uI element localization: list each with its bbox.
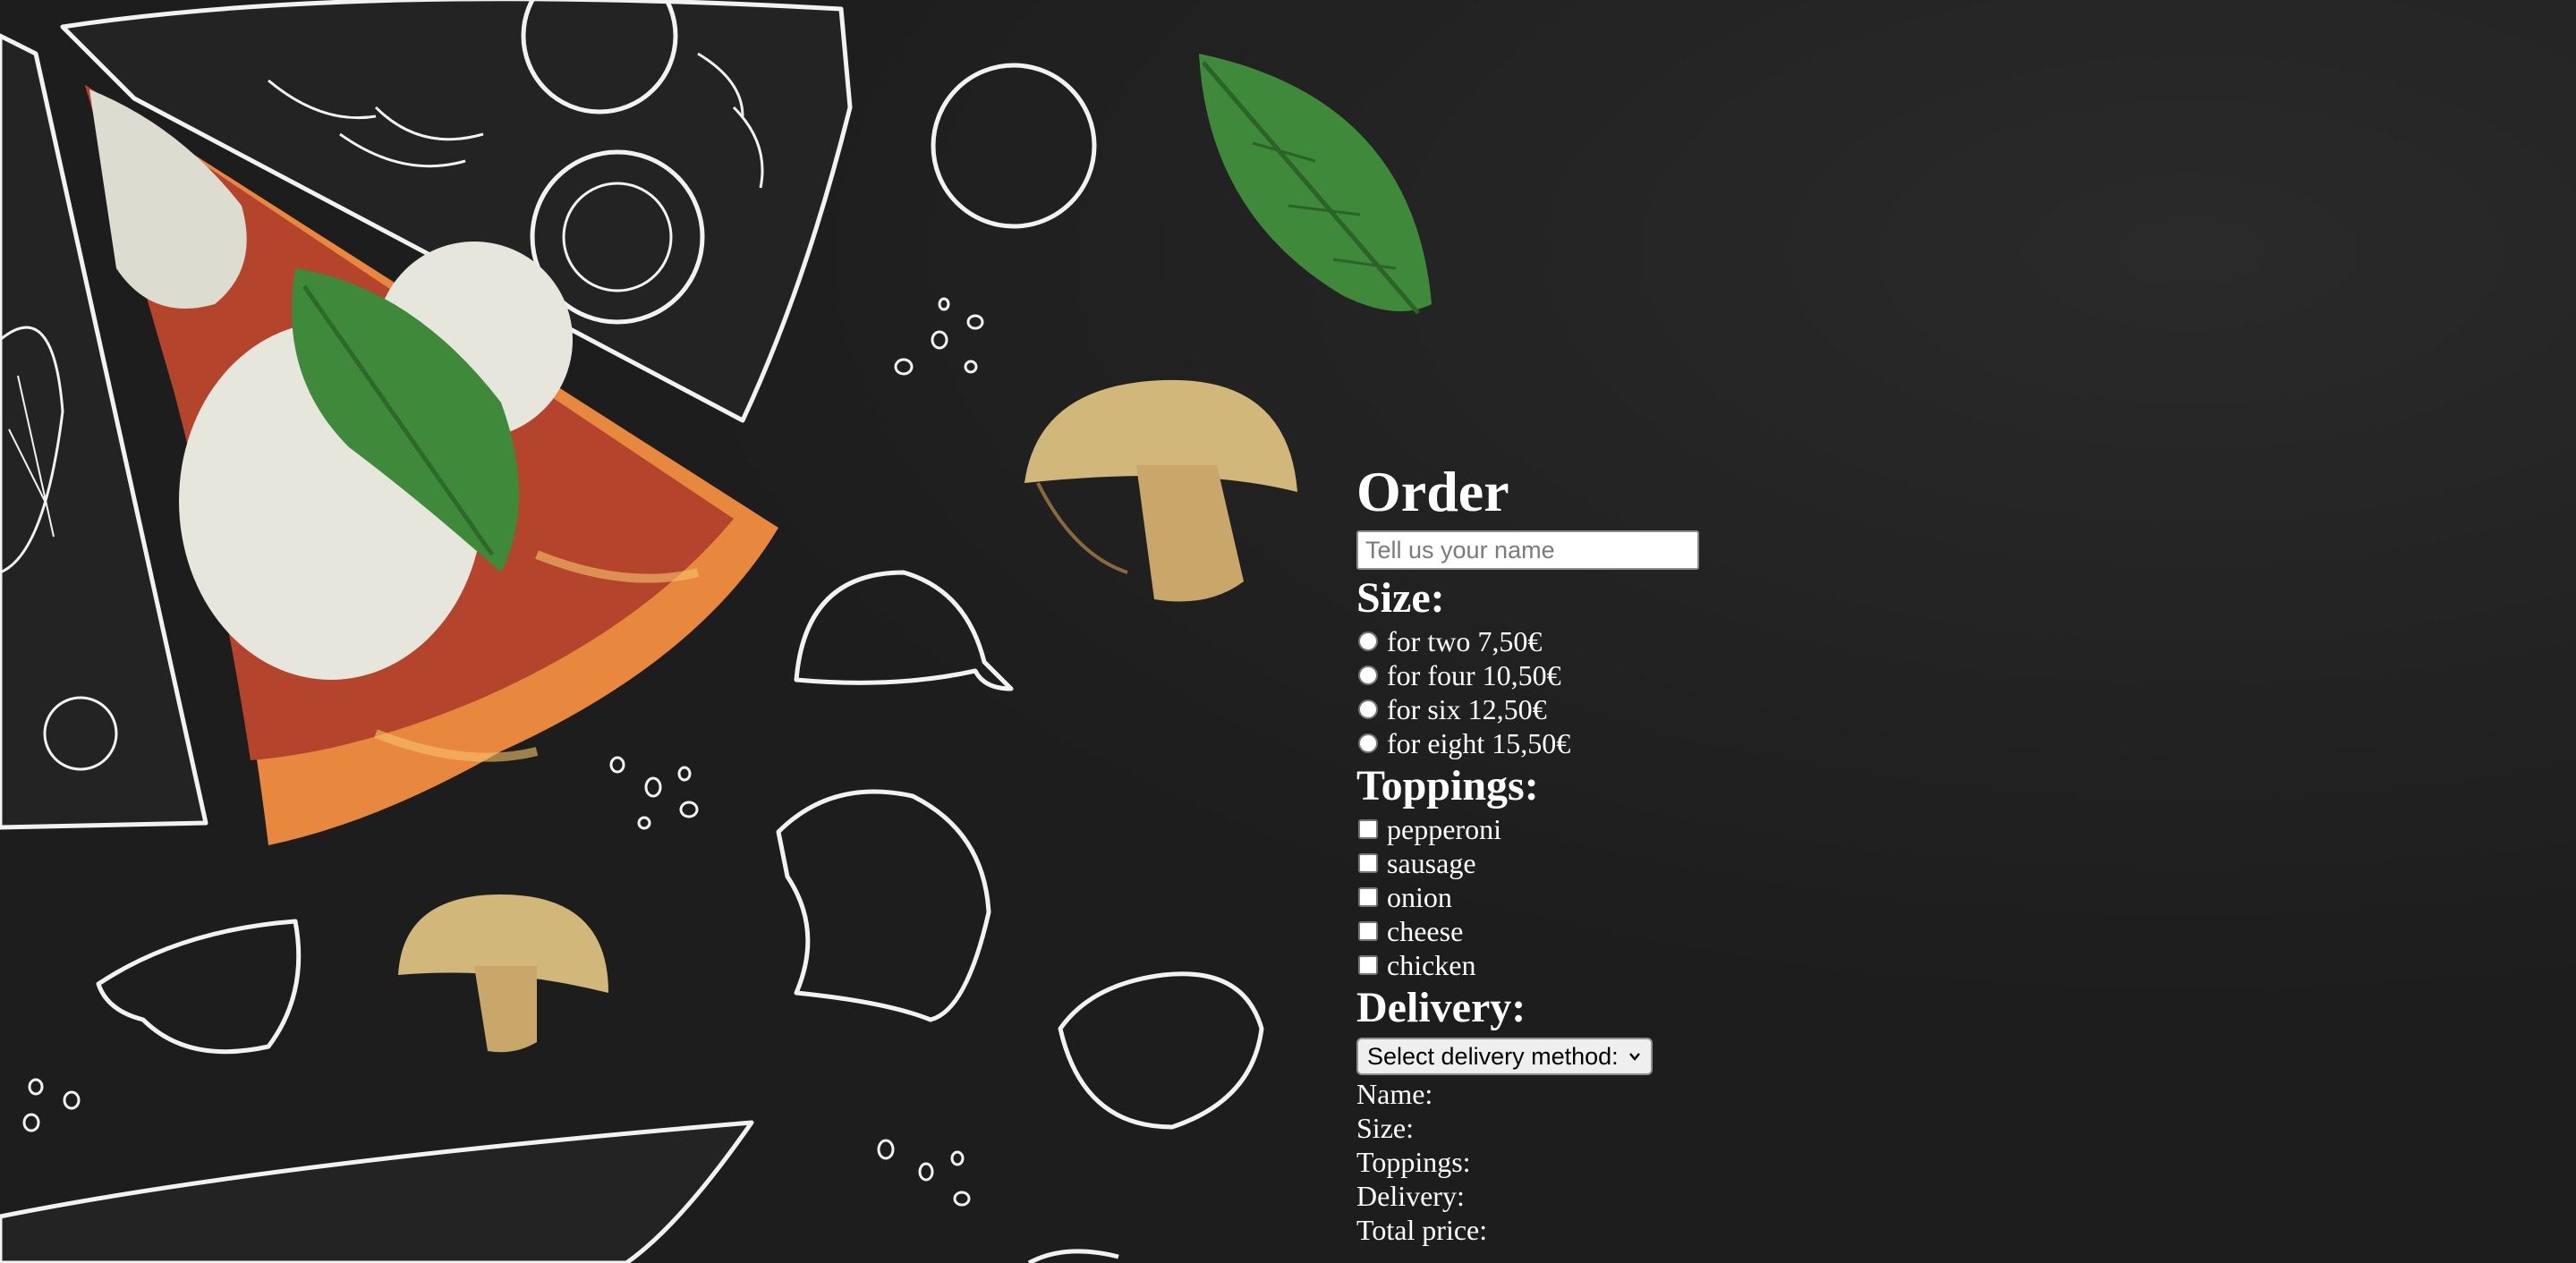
- order-title: Order: [1356, 460, 1509, 523]
- topping-checkbox[interactable]: [1358, 955, 1378, 975]
- summary-delivery: Delivery:: [1356, 1180, 1465, 1212]
- size-label: for eight 15,50€: [1387, 727, 1571, 759]
- topping-checkbox[interactable]: [1358, 887, 1378, 907]
- delivery-select-value: Select delivery method:: [1367, 1042, 1619, 1070]
- size-label: for two 7,50€: [1387, 625, 1543, 657]
- size-option-six[interactable]: for six 12,50€: [1356, 692, 1983, 726]
- size-heading: Size:: [1356, 574, 1445, 622]
- summary-toppings: Toppings:: [1356, 1146, 1471, 1178]
- topping-option-cheese[interactable]: cheese: [1356, 914, 1983, 948]
- name-input[interactable]: [1356, 530, 1699, 570]
- order-form: Order Size: for two 7,50€ for four 10,50…: [1356, 456, 1983, 1247]
- topping-label: onion: [1387, 881, 1452, 913]
- size-options: for two 7,50€ for four 10,50€ for six 12…: [1356, 624, 1983, 760]
- topping-option-onion[interactable]: onion: [1356, 880, 1983, 914]
- topping-label: cheese: [1387, 915, 1464, 947]
- topping-option-chicken[interactable]: chicken: [1356, 948, 1983, 982]
- topping-checkbox[interactable]: [1358, 921, 1378, 941]
- order-summary: Name: Size: Toppings: Delivery: Total pr…: [1356, 1077, 1983, 1247]
- toppings-heading: Toppings:: [1356, 762, 1539, 810]
- topping-checkbox[interactable]: [1358, 819, 1378, 839]
- topping-label: pepperoni: [1387, 813, 1501, 845]
- summary-size: Size:: [1356, 1112, 1414, 1144]
- size-option-four[interactable]: for four 10,50€: [1356, 658, 1983, 692]
- size-label: for four 10,50€: [1387, 659, 1561, 691]
- summary-name: Name:: [1356, 1078, 1433, 1110]
- delivery-select[interactable]: Select delivery method:: [1356, 1038, 1653, 1075]
- size-option-two[interactable]: for two 7,50€: [1356, 624, 1983, 658]
- summary-total-price: Total price:: [1356, 1214, 1488, 1246]
- topping-label: chicken: [1387, 949, 1476, 981]
- chevron-down-icon: [1628, 1053, 1640, 1061]
- topping-option-sausage[interactable]: sausage: [1356, 846, 1983, 880]
- topping-options: pepperoni sausage onion cheese chicken: [1356, 812, 1983, 982]
- topping-checkbox[interactable]: [1358, 853, 1378, 873]
- pizza-illustration-background: [0, 0, 2576, 1263]
- size-option-eight[interactable]: for eight 15,50€: [1356, 726, 1983, 760]
- size-label: for six 12,50€: [1387, 693, 1547, 725]
- delivery-heading: Delivery:: [1356, 984, 1526, 1031]
- topping-option-pepperoni[interactable]: pepperoni: [1356, 812, 1983, 846]
- size-radio[interactable]: [1358, 665, 1378, 685]
- topping-label: sausage: [1387, 847, 1476, 879]
- size-radio[interactable]: [1358, 699, 1378, 719]
- size-radio[interactable]: [1358, 733, 1378, 753]
- size-radio[interactable]: [1358, 632, 1378, 651]
